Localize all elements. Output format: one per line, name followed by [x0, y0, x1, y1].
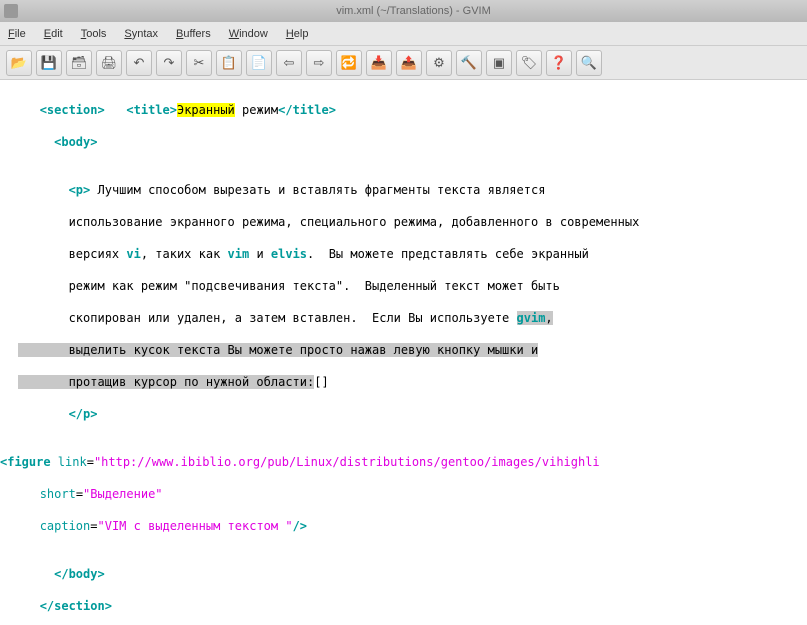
open-icon[interactable]: 📂	[6, 50, 32, 76]
editor-area[interactable]: <section> <title>Экранный режим</title> …	[0, 80, 807, 625]
replace-icon[interactable]: 🔁	[336, 50, 362, 76]
menu-syntax[interactable]: Syntax	[124, 28, 158, 40]
session-save-icon[interactable]: 📤	[396, 50, 422, 76]
menu-file[interactable]: File	[8, 28, 26, 40]
cut-icon[interactable]: ✂	[186, 50, 212, 76]
menu-edit[interactable]: Edit	[44, 28, 63, 40]
tag-icon[interactable]: 🏷	[516, 50, 542, 76]
redo-icon[interactable]: ↷	[156, 50, 182, 76]
find-help-icon[interactable]: 🔍	[576, 50, 602, 76]
shell-icon[interactable]: ▣	[486, 50, 512, 76]
menu-tools[interactable]: Tools	[81, 28, 107, 40]
toolbar: 📂 💾 🗃 🖨 ↶ ↷ ✂ 📋 📄 ⇦ ⇨ 🔁 📥 📤 ⚙ 🔨 ▣ 🏷 ❓ 🔍	[0, 46, 807, 80]
session-load-icon[interactable]: 📥	[366, 50, 392, 76]
menu-help[interactable]: Help	[286, 28, 309, 40]
menu-buffers[interactable]: Buffers	[176, 28, 211, 40]
print-icon[interactable]: 🖨	[96, 50, 122, 76]
help-icon[interactable]: ❓	[546, 50, 572, 76]
menu-window[interactable]: Window	[229, 28, 268, 40]
save-icon[interactable]: 💾	[36, 50, 62, 76]
undo-icon[interactable]: ↶	[126, 50, 152, 76]
find-prev-icon[interactable]: ⇦	[276, 50, 302, 76]
find-next-icon[interactable]: ⇨	[306, 50, 332, 76]
make-icon[interactable]: 🔨	[456, 50, 482, 76]
script-icon[interactable]: ⚙	[426, 50, 452, 76]
menubar: File Edit Tools Syntax Buffers Window He…	[0, 22, 807, 46]
window-icon	[4, 4, 18, 18]
titlebar: vim.xml (~/Translations) - GVIM	[0, 0, 807, 22]
paste-icon[interactable]: 📄	[246, 50, 272, 76]
window-title: vim.xml (~/Translations) - GVIM	[336, 5, 491, 17]
save-all-icon[interactable]: 🗃	[66, 50, 92, 76]
copy-icon[interactable]: 📋	[216, 50, 242, 76]
